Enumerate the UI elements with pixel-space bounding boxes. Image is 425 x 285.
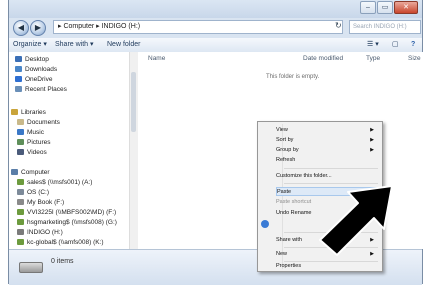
share-with-button[interactable]: Share with ▾	[55, 38, 94, 52]
context-menu: View ▶ Sort by ▶ Group by ▶ Refresh Customi…	[257, 121, 383, 272]
nav-item-libraries[interactable]: Libraries	[11, 109, 46, 116]
libraries-icon	[11, 109, 18, 115]
nav-item-drive-c[interactable]: OS (C:)	[17, 189, 49, 196]
submenu-arrow-icon: ▶	[370, 127, 374, 133]
menu-item-sort-by[interactable]: Sort by ▶	[276, 136, 378, 145]
column-type[interactable]: Type	[366, 55, 380, 62]
menu-item-paste-shortcut[interactable]: Paste shortcut	[276, 198, 378, 207]
submenu-arrow-icon: ▶	[370, 147, 374, 153]
network-drive-icon	[17, 219, 24, 225]
navigation-bar: ◀ ▶ ▸ Computer ▸ INDIGO (H:) ↻ Search IN…	[9, 18, 422, 38]
submenu-arrow-icon: ▶	[370, 137, 374, 143]
nav-item-drive-k[interactable]: kc-global$ (\\amfs008) (K:)	[17, 239, 104, 246]
network-drive-icon	[17, 239, 24, 245]
videos-icon	[17, 149, 24, 155]
empty-folder-message: This folder is empty.	[266, 74, 320, 80]
menu-item-properties[interactable]: Properties	[276, 262, 378, 271]
submenu-arrow-icon: ▶	[370, 251, 374, 257]
music-icon	[17, 129, 24, 135]
network-drive-icon	[17, 209, 24, 215]
removable-drive-icon	[17, 229, 24, 235]
menu-item-customize-folder[interactable]: Customize this folder...	[276, 172, 378, 181]
network-drive-icon	[17, 179, 24, 185]
close-button[interactable]: ✕	[394, 1, 418, 14]
nav-item-onedrive[interactable]: OneDrive	[15, 76, 52, 83]
organize-button[interactable]: Organize ▾	[13, 38, 47, 52]
menu-item-view[interactable]: View ▶	[276, 126, 378, 135]
menu-item-share-with[interactable]: Share with ▶	[276, 236, 378, 245]
onedrive-icon	[15, 76, 22, 82]
recent-places-icon	[15, 86, 22, 92]
documents-icon	[17, 119, 24, 125]
caption-buttons: – ▭ ✕	[359, 1, 418, 14]
nav-item-music[interactable]: Music	[17, 129, 44, 136]
nav-item-computer[interactable]: Computer	[11, 169, 50, 176]
menu-item-new[interactable]: New ▶	[276, 250, 378, 259]
back-button[interactable]: ◀	[13, 20, 29, 36]
command-bar: Organize ▾ Share with ▾ New folder ☰ ▾ ▢…	[9, 38, 422, 53]
computer-icon	[11, 169, 18, 175]
preview-pane-button[interactable]: ▢	[392, 38, 399, 52]
submenu-arrow-icon: ▶	[370, 237, 374, 243]
minimize-button[interactable]: –	[360, 1, 376, 14]
search-input[interactable]: Search INDIGO (H:)	[349, 20, 421, 34]
nav-item-recent-places[interactable]: Recent Places	[15, 86, 67, 93]
nav-item-my-book[interactable]: My Book (F:)	[17, 199, 64, 206]
menu-item-undo-rename[interactable]: Undo Rename Ctrl+Z	[276, 209, 378, 218]
refresh-icon[interactable]: ↻	[335, 21, 342, 30]
menu-separator	[284, 232, 378, 233]
desktop-icon	[15, 56, 22, 62]
title-bar: – ▭ ✕	[9, 0, 422, 18]
downloads-icon	[15, 66, 22, 72]
item-count: 0 items	[51, 258, 74, 265]
drive-icon	[19, 262, 43, 273]
nav-item-downloads[interactable]: Downloads	[15, 66, 57, 73]
address-bar[interactable]: ▸ Computer ▸ INDIGO (H:)	[53, 20, 343, 34]
change-view-button[interactable]: ☰ ▾	[367, 38, 379, 52]
nav-item-drive-g[interactable]: hsgmarketing$ (\\msfs008) (G:)	[17, 219, 117, 226]
external-drive-icon	[17, 199, 24, 205]
column-size[interactable]: Size	[408, 55, 421, 62]
menu-separator	[284, 168, 378, 169]
menu-separator	[284, 183, 378, 184]
scrollbar-thumb[interactable]	[131, 72, 136, 132]
menu-item-paste[interactable]: Paste	[276, 187, 378, 196]
undo-icon	[261, 220, 269, 228]
nav-item-drive-a[interactable]: sales$ (\\msfs001) (A:)	[17, 179, 92, 186]
local-disk-icon	[17, 189, 24, 195]
forward-button[interactable]: ▶	[30, 20, 46, 36]
nav-item-indigo-drive[interactable]: INDIGO (H:)	[17, 229, 63, 236]
column-date-modified[interactable]: Date modified	[303, 55, 343, 62]
pictures-icon	[17, 139, 24, 145]
menu-separator	[284, 247, 378, 248]
help-icon[interactable]: ?	[411, 38, 415, 52]
new-folder-button[interactable]: New folder	[107, 38, 140, 52]
nav-item-documents[interactable]: Documents	[17, 119, 60, 126]
nav-item-desktop[interactable]: Desktop	[15, 56, 49, 63]
menu-item-group-by[interactable]: Group by ▶	[276, 146, 378, 155]
maximize-button[interactable]: ▭	[377, 1, 393, 14]
navigation-pane: Desktop Downloads OneDrive Recent Places…	[9, 52, 129, 249]
nav-pane-scrollbar[interactable]	[129, 52, 138, 249]
nav-item-drive-f[interactable]: VVI3225I (\\MBFS002\MD) (F:)	[17, 209, 116, 216]
nav-item-pictures[interactable]: Pictures	[17, 139, 50, 146]
nav-item-videos[interactable]: Videos	[17, 149, 47, 156]
column-name[interactable]: Name	[148, 55, 165, 62]
menu-item-refresh[interactable]: Refresh	[276, 156, 378, 165]
